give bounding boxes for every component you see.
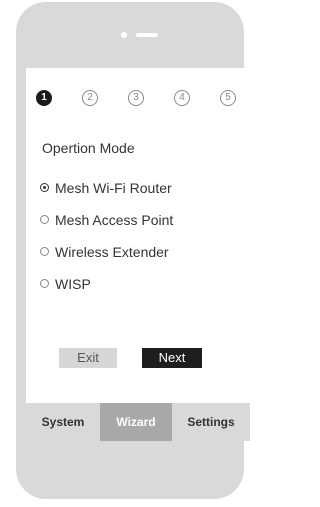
tab-wizard[interactable]: Wizard: [100, 403, 172, 441]
option-mesh-wifi-router[interactable]: Mesh Wi-Fi Router: [40, 178, 240, 198]
option-label: Wireless Extender: [55, 244, 169, 260]
exit-button[interactable]: Exit: [59, 348, 117, 368]
step-4: 4: [174, 90, 190, 106]
next-button[interactable]: Next: [142, 348, 202, 368]
radio-icon[interactable]: [40, 215, 49, 224]
camera-dot: [121, 32, 127, 38]
tab-system[interactable]: System: [26, 403, 100, 441]
radio-icon-checked[interactable]: [40, 183, 49, 192]
option-label: Mesh Access Point: [55, 212, 174, 228]
option-mesh-access-point[interactable]: Mesh Access Point: [40, 210, 240, 230]
tab-settings[interactable]: Settings: [172, 403, 250, 441]
step-2: 2: [82, 90, 98, 106]
step-1: 1: [36, 90, 52, 106]
step-3: 3: [128, 90, 144, 106]
speaker-grille: [136, 33, 158, 37]
step-5: 5: [220, 90, 236, 106]
option-label: WISP: [55, 276, 91, 292]
bottom-tab-bar: System Wizard Settings: [26, 403, 250, 441]
option-wisp[interactable]: WISP: [40, 274, 240, 294]
option-wireless-extender[interactable]: Wireless Extender: [40, 242, 240, 262]
option-label: Mesh Wi-Fi Router: [55, 180, 172, 196]
wizard-step-indicator: 1 2 3 4 5: [36, 90, 240, 108]
app-screen: 1 2 3 4 5 Opertion Mode Mesh Wi-Fi Route…: [26, 68, 250, 441]
operation-mode-heading: Opertion Mode: [42, 140, 135, 156]
radio-icon[interactable]: [40, 279, 49, 288]
radio-icon[interactable]: [40, 247, 49, 256]
